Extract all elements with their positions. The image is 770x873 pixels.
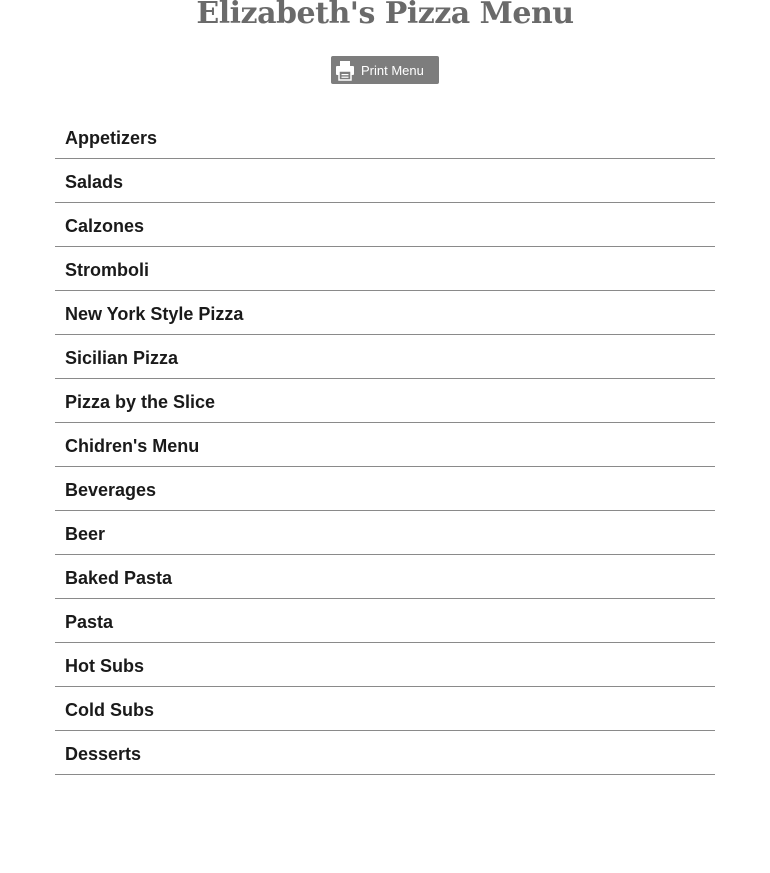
menu-item-label: Beverages xyxy=(65,480,157,500)
menu-item-label: Hot Subs xyxy=(65,656,144,676)
menu-item-appetizers[interactable]: Appetizers xyxy=(55,115,715,159)
menu-item-label: Pizza by the Slice xyxy=(65,392,216,412)
menu-item-salads[interactable]: Salads xyxy=(55,159,715,203)
menu-item-beverages[interactable]: Beverages xyxy=(55,467,715,511)
menu-item-new-york-style-pizza[interactable]: New York Style Pizza xyxy=(55,291,715,335)
menu-item-pasta[interactable]: Pasta xyxy=(55,599,715,643)
menu-category-list: Appetizers Salads Calzones Stromboli New Yor… xyxy=(55,115,715,775)
menu-item-label: New York Style Pizza xyxy=(65,304,244,324)
menu-item-calzones[interactable]: Calzones xyxy=(55,203,715,247)
menu-item-sicilian-pizza[interactable]: Sicilian Pizza xyxy=(55,335,715,379)
menu-item-stromboli[interactable]: Stromboli xyxy=(55,247,715,291)
menu-item-baked-pasta[interactable]: Baked Pasta xyxy=(55,555,715,599)
menu-item-desserts[interactable]: Desserts xyxy=(55,731,715,775)
menu-item-label: Appetizers xyxy=(65,128,158,148)
menu-item-hot-subs[interactable]: Hot Subs xyxy=(55,643,715,687)
menu-item-label: Cold Subs xyxy=(65,700,154,720)
menu-item-label: Desserts xyxy=(65,744,142,764)
menu-item-label: Stromboli xyxy=(65,260,149,280)
page-title: Elizabeth's Pizza Menu xyxy=(196,0,574,31)
menu-item-pizza-by-the-slice[interactable]: Pizza by the Slice xyxy=(55,379,715,423)
menu-item-label: Pasta xyxy=(65,612,114,632)
menu-item-childrens-menu[interactable]: Chidren's Menu xyxy=(55,423,715,467)
menu-item-label: Sicilian Pizza xyxy=(65,348,179,368)
printer-icon xyxy=(334,59,356,81)
menu-item-cold-subs[interactable]: Cold Subs xyxy=(55,687,715,731)
menu-item-label: Chidren's Menu xyxy=(65,436,200,456)
menu-item-label: Baked Pasta xyxy=(65,568,173,588)
print-menu-label: Print Menu xyxy=(361,62,424,78)
menu-item-label: Salads xyxy=(65,172,124,192)
print-menu-button[interactable]: Print Menu xyxy=(331,56,439,84)
menu-item-beer[interactable]: Beer xyxy=(55,511,715,555)
menu-item-label: Calzones xyxy=(65,216,145,236)
menu-item-label: Beer xyxy=(65,524,106,544)
